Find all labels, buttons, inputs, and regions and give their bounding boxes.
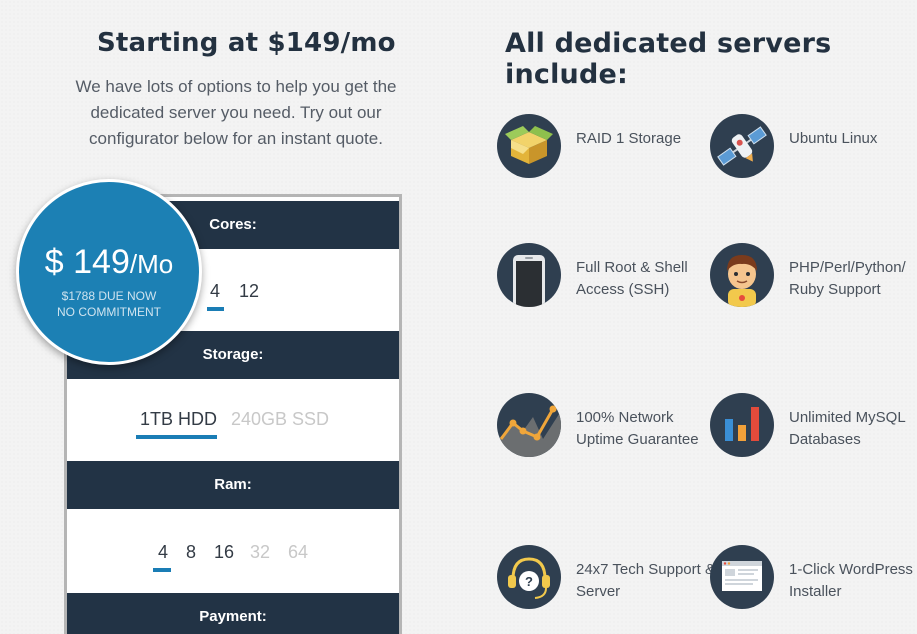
ram-selected-underline [153, 568, 171, 572]
storage-options: 1TB HDD 240GB SSD [67, 379, 399, 461]
ram-option-4[interactable]: 4 [158, 542, 168, 563]
cores-selected-underline [207, 307, 224, 311]
price-period: /Mo [129, 249, 174, 279]
smartphone-icon [497, 243, 561, 307]
ram-option-16[interactable]: 16 [214, 542, 234, 563]
feature-label: 1-Click WordPress Installer [789, 561, 913, 600]
feature-wordpress-installer: 1-Click WordPress Installer [710, 545, 917, 625]
satellite-icon [710, 114, 774, 178]
bar-chart-icon [710, 393, 774, 457]
storage-option-240gb-ssd[interactable]: 240GB SSD [231, 409, 329, 430]
feature-label: PHP/Perl/Python/ Ruby Support [789, 259, 906, 298]
feature-label: Full Root & Shell Access (SSH) [576, 259, 688, 298]
commitment-text: NO COMMITMENT [57, 305, 161, 319]
ram-options: 4 8 16 32 64 [67, 509, 399, 593]
starting-price-heading: Starting at $149/mo [97, 28, 396, 58]
feature-mysql-databases: Unlimited MySQL Databases [710, 393, 917, 473]
intro-text: We have lots of options to help you get … [75, 77, 397, 148]
feature-ubuntu-linux: Ubuntu Linux [710, 114, 917, 194]
price-value: $ 149 [44, 243, 130, 281]
feature-label: Ubuntu Linux [789, 130, 878, 147]
feature-root-shell-access: Full Root & Shell Access (SSH) [497, 243, 707, 323]
due-now-text: $1788 DUE NOW [61, 289, 157, 303]
storage-box-icon [497, 114, 561, 178]
price-amount: $ 149/Mo [19, 242, 199, 284]
ram-option-8[interactable]: 8 [186, 542, 196, 563]
svg-text:?: ? [525, 574, 533, 589]
headset-support-icon: ? [497, 545, 561, 609]
ram-option-64[interactable]: 64 [288, 542, 308, 563]
feature-language-support: PHP/Perl/Python/ Ruby Support [710, 243, 917, 323]
payment-header: Payment: [67, 593, 399, 634]
features-heading: All dedicated servers include: [505, 28, 832, 90]
cores-option-12[interactable]: 12 [239, 281, 259, 302]
ram-option-32[interactable]: 32 [250, 542, 270, 563]
developer-avatar-icon [710, 243, 774, 307]
cores-option-4[interactable]: 4 [210, 281, 220, 302]
feature-raid-storage: RAID 1 Storage [497, 114, 707, 194]
storage-option-1tb-hdd[interactable]: 1TB HDD [140, 409, 217, 430]
uptime-graph-icon [497, 393, 561, 457]
storage-selected-underline [136, 435, 217, 439]
feature-label: 24x7 Tech Support & Server [576, 561, 715, 600]
feature-label: 100% Network Uptime Guarantee [576, 409, 699, 448]
feature-label: RAID 1 Storage [576, 130, 682, 147]
feature-tech-support: ? 24x7 Tech Support & Server [497, 545, 715, 625]
feature-label: Unlimited MySQL Databases [789, 409, 906, 448]
ram-header: Ram: [67, 461, 399, 509]
price-badge: $ 149/Mo $1788 DUE NOW NO COMMITMENT [16, 179, 202, 365]
feature-network-uptime: 100% Network Uptime Guarantee [497, 393, 707, 473]
browser-window-icon [710, 545, 774, 609]
